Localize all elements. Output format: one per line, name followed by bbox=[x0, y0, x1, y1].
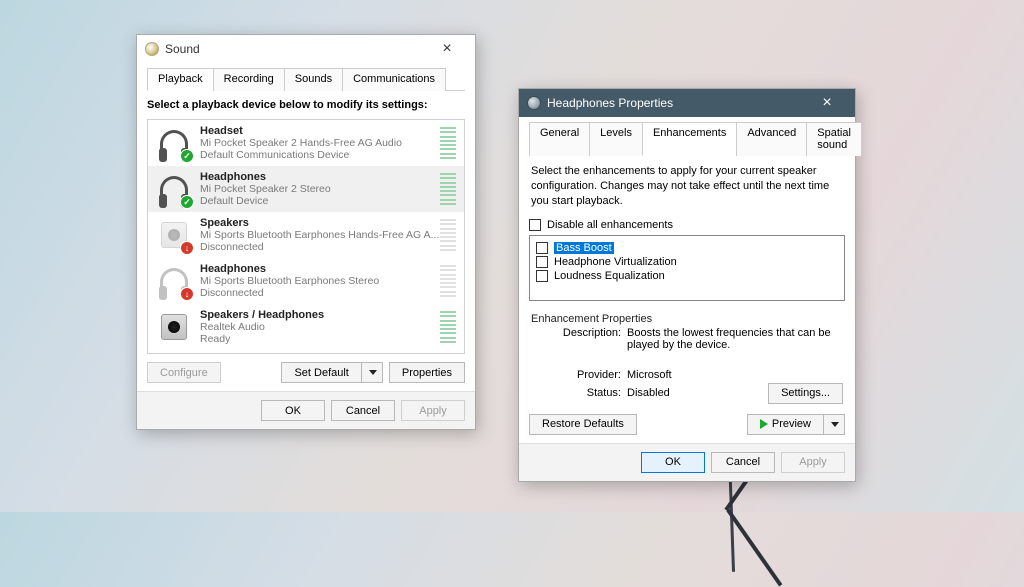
headset-icon: ✓ bbox=[156, 125, 192, 161]
preview-dropdown[interactable] bbox=[823, 414, 845, 435]
enhancements-list[interactable]: Bass Boost Headphone Virtualization Loud… bbox=[529, 235, 845, 301]
enhancement-properties-group: Enhancement Properties Description: Boos… bbox=[529, 313, 845, 404]
level-meter-icon bbox=[440, 171, 456, 207]
description-label: Description: bbox=[553, 327, 627, 351]
sound-app-icon bbox=[145, 42, 159, 56]
device-name: Speakers bbox=[200, 217, 440, 229]
chevron-down-icon bbox=[369, 370, 377, 375]
device-row[interactable]: ↓ Speakers Mi Sports Bluetooth Earphones… bbox=[148, 212, 464, 258]
disable-all-checkbox[interactable]: Disable all enhancements bbox=[529, 219, 845, 231]
ok-button[interactable]: OK bbox=[261, 400, 325, 421]
configure-button[interactable]: Configure bbox=[147, 362, 221, 383]
apply-button[interactable]: Apply bbox=[781, 452, 845, 473]
sound-tabs: Playback Recording Sounds Communications bbox=[147, 67, 465, 91]
level-meter-icon bbox=[440, 125, 456, 161]
play-icon bbox=[760, 419, 768, 429]
headphones-app-icon bbox=[527, 96, 541, 110]
enhancement-item[interactable]: Bass Boost bbox=[536, 242, 838, 254]
level-meter-icon bbox=[440, 309, 456, 345]
tab-advanced[interactable]: Advanced bbox=[736, 122, 807, 156]
device-row[interactable]: ✓ Headphones Mi Pocket Speaker 2 Stereo … bbox=[148, 166, 464, 212]
chevron-down-icon bbox=[831, 422, 839, 427]
settings-button[interactable]: Settings... bbox=[768, 383, 843, 404]
device-status: Disconnected bbox=[200, 241, 440, 253]
description-value: Boosts the lowest frequencies that can b… bbox=[627, 327, 843, 351]
device-status: Ready bbox=[200, 333, 440, 345]
device-sub: Mi Pocket Speaker 2 Stereo bbox=[200, 183, 440, 195]
set-default-button[interactable]: Set Default bbox=[281, 362, 360, 383]
enhancement-label: Bass Boost bbox=[554, 242, 614, 254]
properties-titlebar[interactable]: Headphones Properties × bbox=[519, 89, 855, 117]
sound-footer: OK Cancel Apply bbox=[137, 391, 475, 429]
device-status: Default Communications Device bbox=[200, 149, 440, 161]
apply-button[interactable]: Apply bbox=[401, 400, 465, 421]
sound-body: Playback Recording Sounds Communications… bbox=[137, 63, 475, 391]
sound-titlebar[interactable]: Sound × bbox=[137, 35, 475, 63]
preview-split-button[interactable]: Preview bbox=[747, 414, 845, 435]
device-row[interactable]: ↓ Headphones Mi Sports Bluetooth Earphon… bbox=[148, 258, 464, 304]
device-sub: Mi Sports Bluetooth Earphones Hands-Free… bbox=[200, 229, 440, 241]
sound-title: Sound bbox=[165, 42, 427, 56]
tab-spatial-sound[interactable]: Spatial sound bbox=[806, 122, 862, 156]
level-meter-icon bbox=[440, 263, 456, 299]
checkbox-icon bbox=[529, 219, 541, 231]
set-default-split-button[interactable]: Set Default bbox=[281, 362, 382, 383]
cancel-button[interactable]: Cancel bbox=[331, 400, 395, 421]
level-meter-icon bbox=[440, 217, 456, 253]
enhancement-item[interactable]: Headphone Virtualization bbox=[536, 256, 838, 268]
sound-window: Sound × Playback Recording Sounds Commun… bbox=[136, 34, 476, 430]
device-row[interactable]: ✓ Headset Mi Pocket Speaker 2 Hands-Free… bbox=[148, 120, 464, 166]
tab-levels[interactable]: Levels bbox=[589, 122, 643, 156]
close-icon[interactable]: × bbox=[807, 94, 847, 112]
playback-instruction: Select a playback device below to modify… bbox=[147, 99, 465, 111]
device-status: Default Device bbox=[200, 195, 440, 207]
speaker-icon bbox=[156, 309, 192, 345]
properties-title: Headphones Properties bbox=[547, 96, 807, 110]
enhancements-instruction: Select the enhancements to apply for you… bbox=[531, 164, 843, 209]
device-sub: Realtek Audio bbox=[200, 321, 440, 333]
playback-device-list[interactable]: ✓ Headset Mi Pocket Speaker 2 Hands-Free… bbox=[147, 119, 465, 354]
restore-defaults-button[interactable]: Restore Defaults bbox=[529, 414, 637, 435]
status-value: Disabled bbox=[627, 387, 670, 399]
device-name: Headphones bbox=[200, 171, 440, 183]
preview-button[interactable]: Preview bbox=[747, 414, 823, 435]
tab-general[interactable]: General bbox=[529, 122, 590, 156]
cancel-button[interactable]: Cancel bbox=[711, 452, 775, 473]
properties-window: Headphones Properties × General Levels E… bbox=[518, 88, 856, 482]
properties-button[interactable]: Properties bbox=[389, 362, 465, 383]
status-label: Status: bbox=[553, 387, 627, 399]
device-sub: Mi Pocket Speaker 2 Hands-Free AG Audio bbox=[200, 137, 440, 149]
preview-label: Preview bbox=[772, 418, 811, 430]
set-default-dropdown[interactable] bbox=[361, 362, 383, 383]
tab-enhancements[interactable]: Enhancements bbox=[642, 122, 737, 156]
close-icon[interactable]: × bbox=[427, 40, 467, 58]
tab-sounds[interactable]: Sounds bbox=[284, 68, 343, 91]
tab-playback[interactable]: Playback bbox=[147, 68, 214, 91]
device-name: Headphones bbox=[200, 263, 440, 275]
device-name: Speakers / Headphones bbox=[200, 309, 440, 321]
provider-value: Microsoft bbox=[627, 369, 672, 381]
device-row[interactable]: Speakers / Headphones Realtek Audio Read… bbox=[148, 304, 464, 350]
checkbox-icon bbox=[536, 256, 548, 268]
headphones-icon: ↓ bbox=[156, 263, 192, 299]
ok-button[interactable]: OK bbox=[641, 452, 705, 473]
properties-footer: OK Cancel Apply bbox=[519, 443, 855, 481]
device-name: Headset bbox=[200, 125, 440, 137]
checkbox-icon bbox=[536, 270, 548, 282]
tab-communications[interactable]: Communications bbox=[342, 68, 446, 91]
tab-recording[interactable]: Recording bbox=[213, 68, 285, 91]
disable-all-label: Disable all enhancements bbox=[547, 219, 673, 231]
properties-body: General Levels Enhancements Advanced Spa… bbox=[519, 117, 855, 443]
group-label: Enhancement Properties bbox=[531, 313, 843, 325]
checkbox-icon bbox=[536, 242, 548, 254]
device-status: Disconnected bbox=[200, 287, 440, 299]
headphones-icon: ✓ bbox=[156, 171, 192, 207]
enhancement-label: Headphone Virtualization bbox=[554, 256, 677, 268]
device-sub: Mi Sports Bluetooth Earphones Stereo bbox=[200, 275, 440, 287]
enhancement-item[interactable]: Loudness Equalization bbox=[536, 270, 838, 282]
enhancement-label: Loudness Equalization bbox=[554, 270, 665, 282]
speaker-icon: ↓ bbox=[156, 217, 192, 253]
provider-label: Provider: bbox=[553, 369, 627, 381]
properties-tabs: General Levels Enhancements Advanced Spa… bbox=[529, 121, 845, 156]
